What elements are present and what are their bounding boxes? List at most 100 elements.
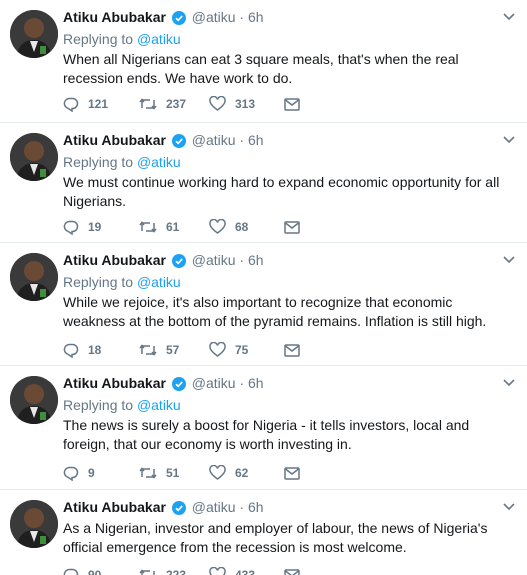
replying-to-mention[interactable]: @atiku	[137, 154, 181, 170]
tweet-timestamp[interactable]: 6h	[248, 252, 264, 268]
author-handle[interactable]: @atiku	[192, 9, 236, 25]
direct-message-button[interactable]	[284, 343, 300, 357]
direct-message-button[interactable]	[284, 568, 300, 575]
replying-to-label: Replying to	[63, 397, 134, 413]
verified-badge-icon	[171, 501, 186, 519]
replying-to: Replying to @atiku	[63, 396, 181, 414]
like-button[interactable]: 75	[209, 342, 284, 358]
author-handle[interactable]: @atiku	[192, 132, 236, 148]
retweet-count: 61	[166, 220, 180, 234]
chevron-down-icon[interactable]	[501, 375, 517, 391]
chevron-down-icon[interactable]	[501, 9, 517, 25]
tweet-timestamp[interactable]: 6h	[248, 9, 264, 25]
tweet[interactable]: Atiku Abubakar @atiku · 6h Replying to @…	[0, 123, 527, 243]
tweet-text: When all Nigerians can eat 3 square meal…	[63, 51, 459, 86]
heart-icon	[209, 342, 226, 358]
like-count: 62	[235, 466, 249, 480]
tweet-actions: 19 61 68	[63, 217, 300, 237]
retweet-icon	[139, 465, 157, 481]
avatar[interactable]	[10, 500, 58, 548]
avatar[interactable]	[10, 133, 58, 181]
separator: ·	[239, 252, 245, 268]
avatar[interactable]	[10, 376, 58, 424]
reply-button[interactable]: 90	[63, 567, 139, 575]
replying-to-mention[interactable]: @atiku	[137, 274, 181, 290]
tweet[interactable]: Atiku Abubakar @atiku · 6h As a Nigerian…	[0, 490, 527, 575]
like-count: 313	[235, 97, 256, 111]
reply-button[interactable]: 18	[63, 342, 139, 358]
separator: ·	[239, 132, 245, 148]
author-handle[interactable]: @atiku	[192, 499, 236, 515]
tweet-header: Atiku Abubakar @atiku · 6h	[63, 251, 264, 272]
like-count: 75	[235, 343, 249, 357]
avatar[interactable]	[10, 10, 58, 58]
tweet-text: As a Nigerian, investor and employer of …	[63, 520, 488, 555]
reply-icon	[63, 219, 79, 235]
direct-message-button[interactable]	[284, 466, 300, 480]
tweet[interactable]: Atiku Abubakar @atiku · 6h Replying to @…	[0, 0, 527, 123]
author-name[interactable]: Atiku Abubakar	[63, 499, 166, 515]
chevron-down-icon[interactable]	[501, 252, 517, 268]
author-name[interactable]: Atiku Abubakar	[63, 132, 166, 148]
retweet-button[interactable]: 57	[139, 342, 209, 358]
like-button[interactable]: 433	[209, 567, 284, 575]
envelope-icon	[284, 220, 300, 234]
replying-to-label: Replying to	[63, 31, 134, 47]
envelope-icon	[284, 568, 300, 575]
retweet-button[interactable]: 223	[139, 567, 209, 575]
retweet-button[interactable]: 61	[139, 219, 209, 235]
replying-to-mention[interactable]: @atiku	[137, 31, 181, 47]
heart-icon	[209, 219, 226, 235]
separator: ·	[239, 9, 245, 25]
chevron-down-icon[interactable]	[501, 132, 517, 148]
tweet-timestamp[interactable]: 6h	[248, 499, 264, 515]
heart-icon	[209, 96, 226, 112]
tweet-header: Atiku Abubakar @atiku · 6h	[63, 374, 264, 395]
retweet-count: 51	[166, 466, 180, 480]
reply-count: 121	[88, 97, 109, 111]
retweet-button[interactable]: 237	[139, 96, 209, 112]
heart-icon	[209, 567, 226, 575]
reply-icon	[63, 567, 79, 575]
author-handle[interactable]: @atiku	[192, 375, 236, 391]
retweet-count: 237	[166, 97, 187, 111]
separator: ·	[239, 375, 245, 391]
reply-button[interactable]: 121	[63, 96, 139, 112]
like-button[interactable]: 62	[209, 465, 284, 481]
tweet-timestamp[interactable]: 6h	[248, 375, 264, 391]
author-name[interactable]: Atiku Abubakar	[63, 252, 166, 268]
author-name[interactable]: Atiku Abubakar	[63, 9, 166, 25]
direct-message-button[interactable]	[284, 97, 300, 111]
like-button[interactable]: 313	[209, 96, 284, 112]
replying-to: Replying to @atiku	[63, 30, 181, 48]
envelope-icon	[284, 343, 300, 357]
reply-count: 90	[88, 568, 102, 575]
reply-count: 19	[88, 220, 102, 234]
direct-message-button[interactable]	[284, 220, 300, 234]
retweet-icon	[139, 96, 157, 112]
timeline: Atiku Abubakar @atiku · 6h Replying to @…	[0, 0, 527, 575]
author-name[interactable]: Atiku Abubakar	[63, 375, 166, 391]
replying-to-mention[interactable]: @atiku	[137, 397, 181, 413]
retweet-icon	[139, 342, 157, 358]
reply-icon	[63, 96, 79, 112]
tweet-header: Atiku Abubakar @atiku · 6h	[63, 131, 264, 152]
tweet-actions: 9 51 62	[63, 463, 300, 483]
tweet[interactable]: Atiku Abubakar @atiku · 6h Replying to @…	[0, 243, 527, 366]
tweet[interactable]: Atiku Abubakar @atiku · 6h Replying to @…	[0, 366, 527, 490]
retweet-button[interactable]: 51	[139, 465, 209, 481]
reply-button[interactable]: 19	[63, 219, 139, 235]
like-count: 433	[235, 568, 256, 575]
author-handle[interactable]: @atiku	[192, 252, 236, 268]
tweet-header: Atiku Abubakar @atiku · 6h	[63, 8, 264, 29]
like-count: 68	[235, 220, 249, 234]
retweet-count: 223	[166, 568, 187, 575]
separator: ·	[239, 499, 245, 515]
tweet-timestamp[interactable]: 6h	[248, 132, 264, 148]
like-button[interactable]: 68	[209, 219, 284, 235]
reply-button[interactable]: 9	[63, 465, 139, 481]
replying-to: Replying to @atiku	[63, 273, 181, 291]
avatar[interactable]	[10, 253, 58, 301]
verified-badge-icon	[171, 11, 186, 29]
chevron-down-icon[interactable]	[501, 499, 517, 515]
